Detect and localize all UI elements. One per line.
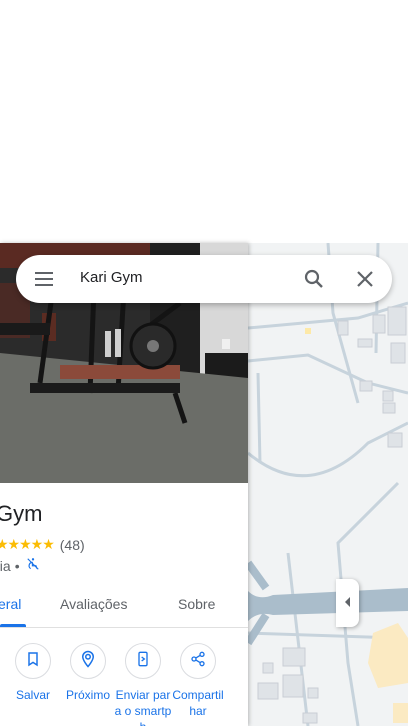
- review-count[interactable]: (48): [60, 537, 85, 553]
- collapse-panel-button[interactable]: [336, 579, 359, 627]
- share-label: Compartilhar: [172, 688, 224, 718]
- category-row: nia •: [0, 557, 40, 574]
- rating-row[interactable]: ★★★★★ (48): [0, 536, 85, 553]
- action-buttons: Salvar Próximo Enviar para o smartp Comp…: [0, 643, 248, 726]
- share-button[interactable]: Compartilhar: [169, 643, 227, 719]
- send-to-phone-icon: [135, 651, 151, 672]
- map-roads: [248, 243, 408, 726]
- save-button[interactable]: Salvar: [4, 643, 62, 703]
- share-icon: [190, 651, 206, 672]
- send-to-phone-button[interactable]: Enviar para o smartph: [114, 643, 172, 726]
- separator: •: [14, 557, 20, 574]
- tab-bar: eral Avaliações Sobre: [0, 583, 248, 628]
- search-button[interactable]: [302, 267, 326, 291]
- search-input[interactable]: Kari Gym: [80, 269, 143, 286]
- rating-stars: ★★★★★: [0, 536, 55, 552]
- send-to-phone-label: Enviar para o smartph: [114, 688, 172, 726]
- active-tab-indicator: [0, 624, 26, 627]
- search-icon: [302, 269, 326, 295]
- place-panel: Gym ★★★★★ (48) nia • eral Avaliações Sob…: [0, 243, 248, 726]
- bookmark-icon: [25, 651, 41, 672]
- tab-overview[interactable]: eral: [0, 596, 21, 612]
- menu-button[interactable]: [32, 267, 56, 291]
- nearby-icon: [79, 650, 97, 673]
- place-category[interactable]: nia: [0, 558, 11, 574]
- caret-left-icon: [344, 594, 352, 612]
- close-icon: [353, 271, 377, 295]
- hamburger-menu-icon: [32, 272, 56, 295]
- tab-about[interactable]: Sobre: [178, 596, 215, 612]
- clear-search-button[interactable]: [353, 267, 377, 291]
- save-label: Salvar: [15, 688, 50, 702]
- nearby-button[interactable]: Próximo: [59, 643, 117, 703]
- map-area[interactable]: [248, 243, 408, 726]
- place-title: Gym: [0, 501, 43, 526]
- nearby-label: Próximo: [65, 688, 110, 702]
- search-bar: Kari Gym: [16, 255, 392, 303]
- accessibility-icon[interactable]: [24, 557, 40, 574]
- tab-reviews[interactable]: Avaliações: [60, 596, 127, 612]
